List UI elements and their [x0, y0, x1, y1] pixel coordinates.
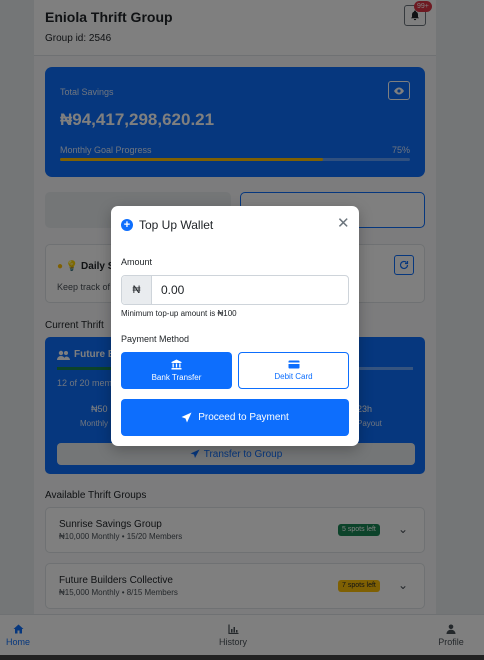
send-icon: [181, 412, 192, 423]
debit-card-button[interactable]: Debit Card: [238, 352, 349, 389]
amount-label: Amount: [121, 257, 153, 267]
minimum-amount-hint: Minimum top-up amount is ₦100: [121, 309, 237, 318]
amount-input-group: ₦: [121, 275, 349, 305]
plus-circle-icon: +: [121, 219, 133, 231]
payment-method-label: Payment Method: [121, 334, 190, 344]
bank-transfer-button[interactable]: Bank Transfer: [121, 352, 232, 389]
debit-card-label: Debit Card: [274, 372, 313, 381]
credit-card-icon: [288, 360, 299, 369]
proceed-to-payment-button[interactable]: Proceed to Payment: [121, 399, 349, 436]
amount-input[interactable]: [152, 276, 348, 304]
bank-icon: [171, 359, 182, 370]
top-up-modal: + Top Up Wallet ✕ Amount ₦ Minimum top-u…: [111, 206, 359, 446]
proceed-label: Proceed to Payment: [198, 412, 289, 423]
currency-prefix: ₦: [122, 276, 152, 304]
bank-transfer-label: Bank Transfer: [151, 373, 202, 382]
close-icon[interactable]: ✕: [337, 216, 350, 232]
modal-title: Top Up Wallet: [139, 218, 214, 232]
